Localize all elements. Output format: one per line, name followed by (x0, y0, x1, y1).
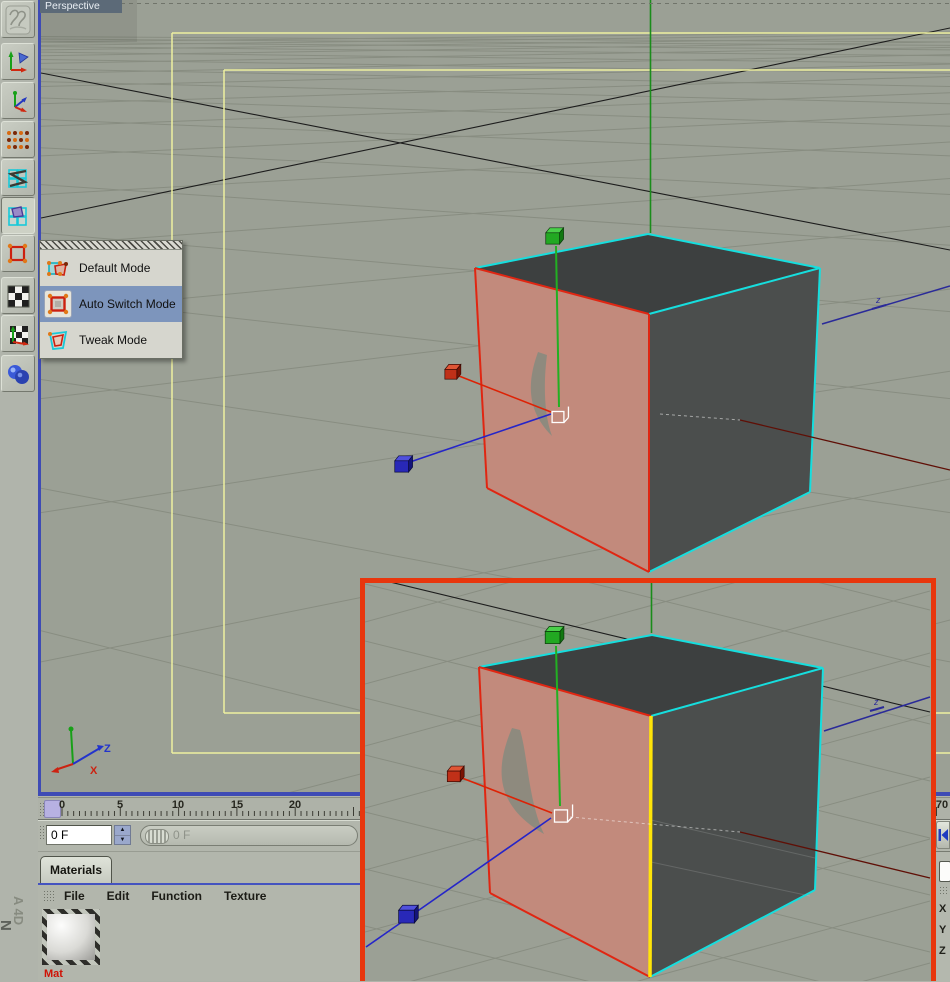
left-toolbar (0, 0, 38, 981)
tweak-mode-icon (45, 327, 71, 353)
ruler-label: 0 (58, 799, 66, 811)
frame-slider-label: 0 F (173, 828, 191, 842)
menubar-drag-grip[interactable] (43, 889, 56, 903)
x-axis-handle[interactable] (446, 765, 465, 783)
stepper-down-icon[interactable]: ▼ (115, 836, 130, 845)
coords-drag-grip[interactable] (939, 886, 948, 896)
z-axis-tag: z (875, 295, 881, 305)
ruler-label: 5 (116, 799, 124, 811)
current-frame-input[interactable] (46, 825, 112, 845)
menu-tearoff-handle[interactable] (40, 241, 182, 250)
coord-label-z: Z (939, 945, 946, 957)
z-axis-handle[interactable] (394, 454, 414, 474)
go-to-start-button[interactable] (936, 821, 950, 849)
selected-edge-yellow[interactable] (648, 715, 653, 978)
z-axis-handle[interactable] (397, 904, 420, 925)
edges-mode-button[interactable] (1, 159, 35, 196)
cube-object[interactable] (478, 634, 824, 978)
camera-sketch-icon (5, 5, 31, 35)
go-to-start-icon (938, 829, 948, 841)
frame-slider-knob[interactable] (145, 829, 169, 844)
default-mode-icon (45, 255, 71, 281)
frame-row-drag-grip[interactable] (39, 825, 45, 840)
coord-label-y: Y (939, 924, 947, 936)
polygons-mode-button[interactable] (1, 197, 35, 234)
move-tool-button[interactable] (1, 43, 35, 80)
materials-menu-edit[interactable]: Edit (107, 889, 130, 903)
texture-axis-mode-icon (6, 322, 30, 346)
frame-slider[interactable]: 0 F (140, 825, 358, 846)
ruler-label: 15 (230, 799, 244, 811)
page-icon[interactable] (939, 861, 950, 882)
axis-tool-icon (6, 89, 30, 113)
ruler-label: 20 (288, 799, 302, 811)
axis-x-label: X (90, 765, 98, 777)
y-axis-handle[interactable] (544, 625, 565, 645)
menu-item-label: Tweak Mode (79, 333, 148, 347)
move-tool-icon (6, 50, 30, 74)
view-history-button[interactable] (1, 1, 35, 38)
material-thumbnail-selected[interactable] (42, 909, 100, 965)
inset-3d-scene: z (365, 583, 931, 981)
inset-screenshot-overlay: z (360, 578, 936, 981)
model-mode-button[interactable] (1, 235, 35, 272)
model-mode-icon (6, 242, 30, 266)
materials-menu-function[interactable]: Function (151, 889, 202, 903)
z-axis-tag: z (873, 697, 879, 707)
app-window: { "viewport": { "label": "Perspective", … (0, 0, 950, 982)
material-preview (47, 914, 95, 960)
frame-stepper[interactable]: ▲ ▼ (114, 825, 131, 845)
points-mode-button[interactable] (1, 121, 35, 158)
viewport-title[interactable]: Perspective (40, 0, 122, 13)
menu-item-label: Default Mode (79, 261, 151, 275)
materials-menu-texture[interactable]: Texture (224, 889, 266, 903)
mode-selection-menu: Default Mode Auto Switch Mode Tweak Mode (39, 240, 183, 359)
stepper-up-icon[interactable]: ▲ (115, 826, 130, 836)
materials-menu-file[interactable]: File (64, 889, 85, 903)
branding-text-cinema4d: A 4D (11, 896, 26, 926)
menu-item-default-mode[interactable]: Default Mode (40, 250, 182, 286)
menu-item-auto-switch-mode[interactable]: Auto Switch Mode (40, 286, 182, 322)
axis-z-label: Z (104, 743, 111, 755)
polygons-mode-icon (6, 204, 30, 228)
material-name[interactable]: Mat (44, 968, 63, 980)
y-axis-handle[interactable] (545, 226, 565, 246)
points-mode-icon (6, 129, 30, 151)
edges-mode-icon (6, 166, 30, 190)
auto-switch-mode-icon (45, 291, 71, 317)
materials-tab[interactable]: Materials (40, 856, 112, 883)
x-axis-handle[interactable] (444, 363, 462, 381)
ruler-label: 10 (171, 799, 185, 811)
menu-item-label: Auto Switch Mode (79, 297, 176, 311)
coord-label-x: X (939, 903, 947, 915)
coordinate-system-button[interactable] (1, 82, 35, 119)
coordinates-panel-sliver: XYZ (936, 851, 950, 982)
axis-orientation-indicator: ZX (51, 726, 111, 777)
viewport-top-dashed-border (41, 3, 950, 4)
ruler-label-right: 70 (935, 799, 949, 811)
object-mode-icon (5, 362, 31, 386)
texture-mode-icon (6, 284, 30, 308)
object-mode-button[interactable] (1, 355, 35, 392)
texture-mode-button[interactable] (1, 277, 35, 314)
texture-axis-mode-button[interactable] (1, 315, 35, 352)
menu-item-tweak-mode[interactable]: Tweak Mode (40, 322, 182, 358)
